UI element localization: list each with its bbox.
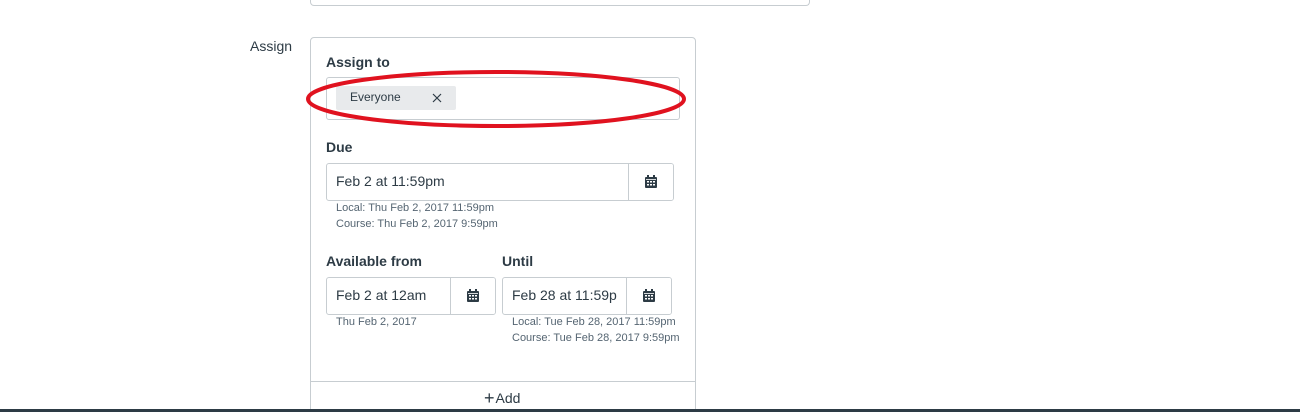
due-course-hint: Course: Thu Feb 2, 2017 9:59pm (336, 218, 498, 230)
until-course-hint: Course: Tue Feb 28, 2017 9:59pm (512, 332, 680, 344)
until-input[interactable]: Feb 28 at 11:59p (502, 277, 672, 315)
assignee-token-label: Everyone (350, 90, 401, 104)
assign-section-label: Assign (250, 38, 293, 54)
until-label: Until (502, 253, 534, 269)
until-value: Feb 28 at 11:59p (512, 287, 617, 303)
add-row: +Add (311, 381, 695, 412)
due-date-value: Feb 2 at 11:59pm (336, 173, 445, 189)
page: Assign Assign to Everyone Due Feb 2 at 1… (0, 0, 1300, 412)
calendar-icon (467, 289, 479, 302)
due-date-input[interactable]: Feb 2 at 11:59pm (326, 163, 674, 201)
due-local-hint: Local: Thu Feb 2, 2017 11:59pm (336, 202, 494, 214)
until-local-hint: Local: Tue Feb 28, 2017 11:59pm (512, 316, 676, 328)
available-from-input[interactable]: Feb 2 at 12am (326, 277, 496, 315)
assign-to-input[interactable]: Everyone (326, 77, 680, 120)
assign-to-label: Assign to (326, 54, 390, 70)
assignee-token: Everyone (336, 86, 456, 110)
until-calendar-button[interactable] (626, 278, 671, 314)
previous-field-box (310, 0, 810, 6)
available-from-hint: Thu Feb 2, 2017 (336, 316, 417, 328)
available-from-value: Feb 2 at 12am (336, 287, 427, 303)
available-from-label: Available from (326, 253, 422, 269)
due-calendar-button[interactable] (628, 164, 673, 200)
close-icon[interactable] (429, 90, 445, 106)
add-button-label: Add (495, 390, 521, 406)
plus-icon: + (484, 388, 495, 408)
due-label: Due (326, 139, 353, 155)
available-from-calendar-button[interactable] (450, 278, 495, 314)
add-button[interactable]: +Add (484, 388, 521, 408)
calendar-icon (645, 175, 657, 188)
assign-card: Assign to Everyone Due Feb 2 at 11:59pm (310, 37, 696, 412)
calendar-icon (643, 289, 655, 302)
